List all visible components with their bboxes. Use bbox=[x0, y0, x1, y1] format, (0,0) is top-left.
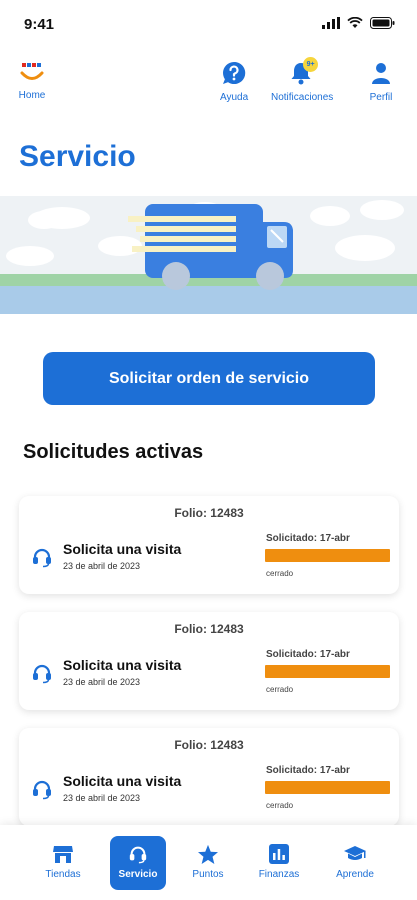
nav-item-puntos[interactable]: Puntos bbox=[180, 836, 236, 890]
page-title: Servicio bbox=[19, 140, 136, 173]
delivery-truck-illustration bbox=[0, 196, 417, 314]
request-card[interactable]: Folio: 12483 Solicita una visita 23 de a… bbox=[19, 728, 399, 826]
request-status-bar bbox=[265, 781, 390, 794]
request-title: Solicita una visita bbox=[63, 773, 182, 789]
graduation-cap-icon bbox=[344, 846, 366, 860]
request-card[interactable]: Folio: 12483 Solicita una visita 23 de a… bbox=[19, 612, 399, 710]
request-folio: Folio: 12483 bbox=[174, 506, 244, 520]
request-date: 23 de abril de 2023 bbox=[63, 561, 141, 571]
help-label: Ayuda bbox=[220, 92, 249, 103]
nav-item-aprende[interactable]: Aprende bbox=[327, 836, 383, 890]
top-header: Home Ayuda 9+ Notificaciones Perfil bbox=[0, 57, 417, 116]
request-requested-date: Solicitado: 17-abr bbox=[266, 533, 350, 544]
home-label: Home bbox=[18, 90, 46, 101]
request-status-bar bbox=[265, 549, 390, 562]
truck-banner bbox=[0, 196, 417, 314]
request-title: Solicita una visita bbox=[63, 541, 182, 557]
nav-label: Puntos bbox=[192, 869, 224, 880]
nav-item-tiendas[interactable]: Tiendas bbox=[35, 836, 91, 890]
headset-icon bbox=[129, 846, 147, 864]
status-time: 9:41 bbox=[24, 16, 55, 33]
request-folio: Folio: 12483 bbox=[174, 738, 244, 752]
notifications-icon-wrap: 9+ bbox=[288, 57, 319, 86]
request-card[interactable]: Folio: 12483 Solicita una visita 23 de a… bbox=[19, 496, 399, 594]
help-icon bbox=[223, 61, 246, 84]
request-title: Solicita una visita bbox=[63, 657, 182, 673]
request-folio: Folio: 12483 bbox=[174, 622, 244, 636]
store-icon bbox=[53, 846, 73, 863]
signal-icon bbox=[322, 17, 340, 29]
chart-icon bbox=[269, 844, 289, 864]
nav-label: Aprende bbox=[336, 869, 374, 880]
person-icon bbox=[372, 63, 390, 84]
wifi-icon bbox=[347, 17, 363, 28]
nav-label: Finanzas bbox=[258, 869, 300, 880]
help-button[interactable]: Ayuda bbox=[220, 60, 248, 103]
active-requests-title: Solicitudes activas bbox=[23, 441, 204, 463]
request-date: 23 de abril de 2023 bbox=[63, 793, 141, 803]
headset-icon bbox=[33, 780, 51, 800]
home-button[interactable]: Home bbox=[18, 60, 46, 101]
request-requested-date: Solicitado: 17-abr bbox=[266, 765, 350, 776]
request-service-order-button[interactable]: Solicitar orden de servicio bbox=[43, 352, 375, 405]
request-status-bar bbox=[265, 665, 390, 678]
nav-label: Servicio bbox=[118, 869, 158, 880]
notifications-badge: 9+ bbox=[303, 57, 319, 72]
nav-item-finanzas[interactable]: Finanzas bbox=[251, 836, 307, 890]
notifications-button[interactable]: 9+ Notificaciones bbox=[271, 57, 334, 103]
bottom-nav: Tiendas Servicio Puntos Finanzas Aprende bbox=[0, 825, 417, 900]
status-bar: 9:41 bbox=[0, 0, 417, 50]
headset-icon bbox=[33, 548, 51, 568]
brand-logo-icon bbox=[20, 63, 44, 80]
request-status: cerrado bbox=[266, 685, 294, 694]
nav-item-servicio[interactable]: Servicio bbox=[110, 836, 166, 890]
request-status: cerrado bbox=[266, 569, 294, 578]
battery-icon bbox=[370, 17, 395, 29]
profile-label: Perfil bbox=[369, 92, 393, 103]
status-icons bbox=[322, 17, 395, 29]
star-icon bbox=[198, 844, 218, 864]
notifications-label: Notificaciones bbox=[271, 92, 334, 103]
nav-label: Tiendas bbox=[45, 869, 81, 880]
headset-icon bbox=[33, 664, 51, 684]
request-date: 23 de abril de 2023 bbox=[63, 677, 141, 687]
request-status: cerrado bbox=[266, 801, 294, 810]
profile-button[interactable]: Perfil bbox=[368, 60, 394, 103]
request-requested-date: Solicitado: 17-abr bbox=[266, 649, 350, 660]
